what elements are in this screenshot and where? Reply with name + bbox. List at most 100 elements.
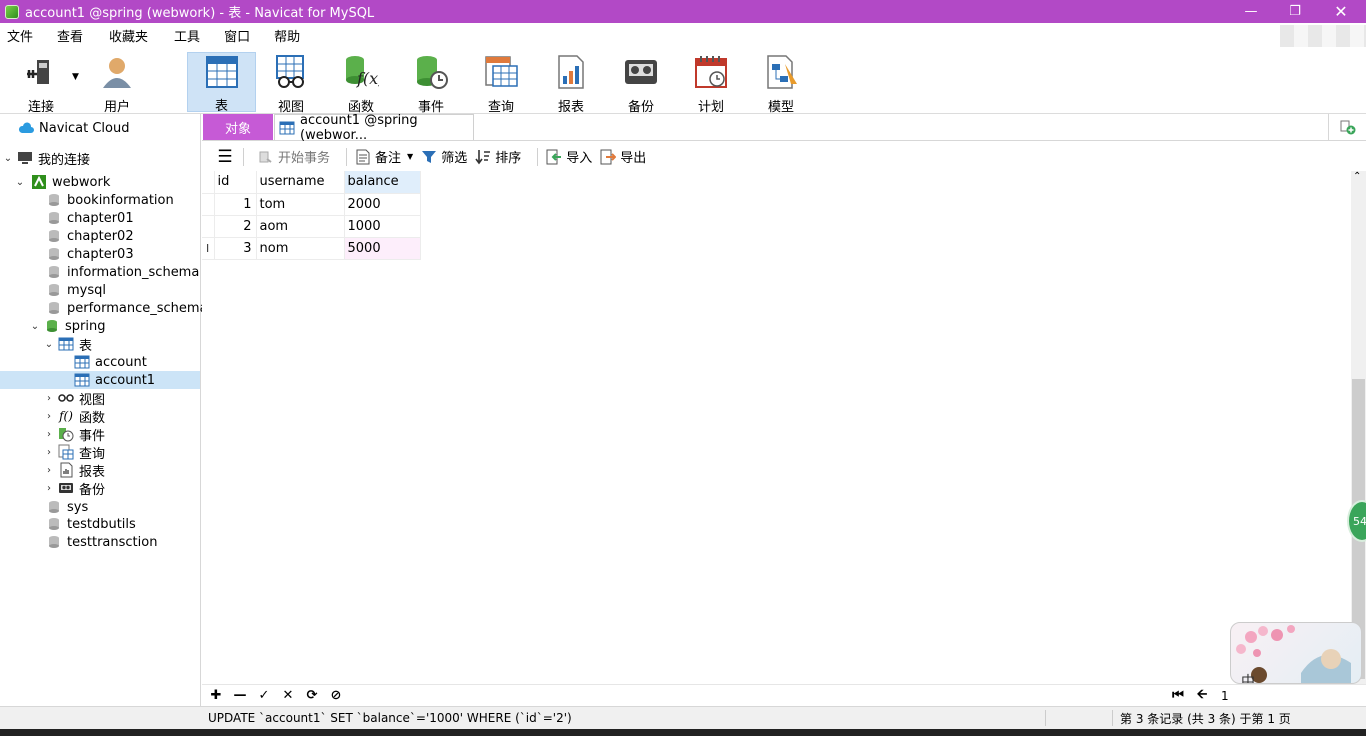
- cell-balance[interactable]: 2000: [344, 193, 421, 216]
- tree-database-spring[interactable]: ⌄ spring: [29, 317, 106, 335]
- cell-username[interactable]: nom: [256, 237, 345, 260]
- column-header-id[interactable]: id: [214, 171, 257, 194]
- tree-database[interactable]: chapter01: [46, 209, 134, 227]
- page-number-field[interactable]: 1: [1221, 689, 1229, 703]
- cell-id[interactable]: 3: [214, 237, 257, 260]
- toolbar-model-button[interactable]: 模型: [748, 52, 814, 115]
- tree-functions-folder[interactable]: › f() 函数: [43, 407, 105, 426]
- delete-record-icon[interactable]: —: [228, 686, 252, 706]
- tree-my-connections[interactable]: ⌄ 我的连接: [2, 149, 90, 168]
- cell-id[interactable]: 1: [214, 193, 257, 216]
- toolbar-view-button[interactable]: 视图: [258, 52, 324, 115]
- import-button[interactable]: 导入: [546, 147, 592, 166]
- close-icon[interactable]: ✕: [1318, 0, 1364, 23]
- chevron-right-icon[interactable]: ›: [43, 482, 55, 494]
- chevron-right-icon[interactable]: ›: [43, 428, 55, 440]
- tab-account1[interactable]: account1 @spring (webwor...: [274, 113, 474, 143]
- begin-transaction-button[interactable]: 开始事务: [258, 147, 330, 166]
- menu-favorites[interactable]: 收藏夹: [95, 26, 160, 45]
- table-row[interactable]: 1 tom 2000: [202, 193, 421, 216]
- column-header-balance[interactable]: balance: [344, 171, 421, 194]
- export-button[interactable]: 导出: [600, 147, 646, 166]
- tree-database[interactable]: performance_schema: [46, 299, 208, 317]
- tab-objects[interactable]: 对象: [203, 114, 273, 140]
- toolbar-backup-button[interactable]: 备份: [608, 52, 674, 115]
- hamburger-menu-icon[interactable]: ☰: [215, 147, 235, 167]
- menu-view[interactable]: 查看: [45, 26, 95, 45]
- table-row[interactable]: 2 aom 1000: [202, 215, 421, 238]
- tree-reports-folder[interactable]: › 报表: [43, 461, 105, 480]
- cell-username[interactable]: aom: [256, 215, 345, 238]
- row-selector[interactable]: [202, 215, 215, 238]
- toolbar-connect-button[interactable]: 连接: [8, 52, 74, 115]
- cell-id[interactable]: 2: [214, 215, 257, 238]
- tree-database[interactable]: testdbutils: [46, 515, 136, 533]
- chevron-right-icon[interactable]: ›: [43, 446, 55, 458]
- minimize-icon[interactable]: —: [1228, 0, 1274, 23]
- chevron-right-icon[interactable]: ›: [43, 392, 55, 404]
- restore-icon[interactable]: ❐: [1272, 0, 1318, 23]
- menu-file[interactable]: 文件: [0, 26, 45, 45]
- add-record-icon[interactable]: ✚: [204, 686, 228, 706]
- chevron-right-icon[interactable]: ›: [43, 464, 55, 476]
- first-page-icon[interactable]: ⏮: [1166, 686, 1190, 706]
- tree-database[interactable]: sys: [46, 498, 88, 516]
- tree-database-label: performance_schema: [67, 300, 208, 316]
- chevron-down-icon[interactable]: ⌄: [14, 176, 26, 188]
- memo-dropdown-icon[interactable]: ▼: [407, 152, 413, 161]
- toolbar-table-button[interactable]: 表: [187, 52, 256, 114]
- scroll-up-icon[interactable]: ⌃: [1353, 171, 1361, 182]
- tree-database[interactable]: information_schema: [46, 263, 199, 281]
- menu-window[interactable]: 窗口: [212, 26, 262, 45]
- toolbar-report-button[interactable]: 报表: [538, 52, 604, 115]
- tree-database[interactable]: chapter02: [46, 227, 134, 245]
- table-row[interactable]: I 3 nom 5000: [202, 237, 421, 260]
- refresh-icon[interactable]: ⟳: [300, 686, 324, 706]
- tree-database[interactable]: bookinformation: [46, 191, 174, 209]
- chevron-down-icon[interactable]: ⌄: [2, 152, 14, 164]
- tree-database[interactable]: chapter03: [46, 245, 134, 263]
- memo-label: 备注: [375, 151, 402, 166]
- tree-database[interactable]: testtransction: [46, 533, 157, 551]
- discard-changes-icon[interactable]: ✕: [276, 686, 300, 706]
- tree-navicat-cloud[interactable]: Navicat Cloud: [18, 119, 129, 137]
- column-header-username[interactable]: username: [256, 171, 345, 194]
- apply-changes-icon[interactable]: ✓: [252, 686, 276, 706]
- tree-queries-folder[interactable]: › 查询: [43, 443, 105, 462]
- table-icon: [58, 336, 74, 352]
- tree-backups-folder[interactable]: › 备份: [43, 479, 105, 498]
- cell-balance[interactable]: 1000: [344, 215, 421, 238]
- tree-tables-folder[interactable]: ⌄ 表: [43, 335, 92, 354]
- cell-balance[interactable]: 5000: [344, 237, 421, 260]
- menu-tools[interactable]: 工具: [160, 26, 212, 45]
- tree-table-account[interactable]: account: [74, 353, 200, 371]
- menu-help[interactable]: 帮助: [262, 26, 312, 45]
- toolbar-schedule-button[interactable]: 计划: [678, 52, 744, 115]
- tree-views-folder[interactable]: › 视图: [43, 389, 105, 408]
- toolbar-query-button[interactable]: 查询: [468, 52, 534, 115]
- monitor-icon: [17, 150, 33, 166]
- chevron-down-icon[interactable]: ⌄: [29, 320, 41, 332]
- filter-button[interactable]: 筛选: [421, 147, 467, 166]
- cell-username[interactable]: tom: [256, 193, 345, 216]
- tree-connection-webwork[interactable]: ⌄ webwork: [14, 173, 111, 191]
- toolbar-user-button[interactable]: 用户: [84, 52, 150, 115]
- connect-dropdown-icon[interactable]: ▼: [72, 72, 79, 82]
- memo-button[interactable]: 备注 ▼: [355, 147, 413, 166]
- stop-icon[interactable]: ⊘: [324, 686, 348, 706]
- tree-table-account1[interactable]: account1: [0, 371, 200, 389]
- tree-database[interactable]: mysql: [46, 281, 106, 299]
- row-selector[interactable]: [202, 193, 215, 216]
- tree-events-folder[interactable]: › 事件: [43, 425, 105, 444]
- sort-button[interactable]: 排序: [475, 147, 521, 166]
- chevron-right-icon[interactable]: ›: [43, 410, 55, 422]
- new-tab-button[interactable]: [1328, 114, 1366, 140]
- toolbar-event-button[interactable]: 事件: [398, 52, 464, 115]
- previous-page-icon[interactable]: 🡨: [1190, 686, 1214, 706]
- toolbar-function-button[interactable]: f(x) 函数: [328, 52, 394, 115]
- vertical-scrollbar[interactable]: ⌃: [1351, 171, 1366, 684]
- chevron-down-icon[interactable]: ⌄: [43, 338, 55, 350]
- memo-icon: [355, 149, 371, 165]
- row-cursor-marker[interactable]: I: [202, 237, 215, 260]
- table-icon: [74, 372, 90, 388]
